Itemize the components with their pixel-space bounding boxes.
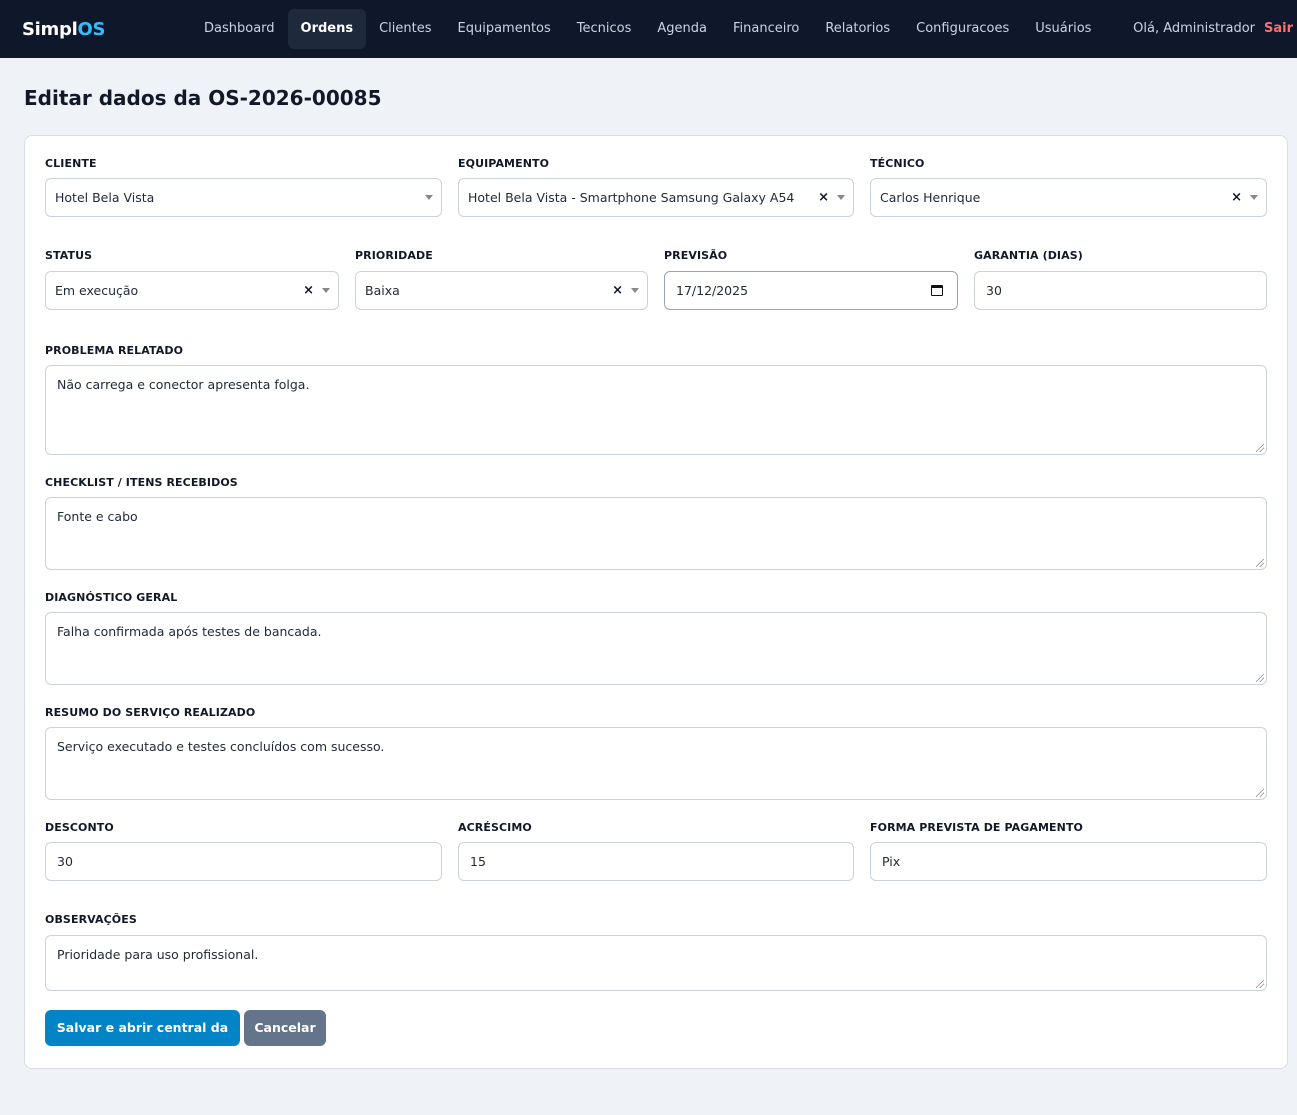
nav-item-equipamentos[interactable]: Equipamentos [445,9,564,49]
app-logo[interactable]: SimplOS [22,19,105,40]
tecnico-select[interactable]: Carlos Henrique × [870,178,1267,217]
checklist-value: Fonte e cabo [57,509,138,524]
problema-label: PROBLEMA RELATADO [45,344,184,357]
desconto-label: DESCONTO [45,821,114,834]
resize-handle-icon[interactable] [1256,559,1264,567]
acrescimo-value: 15 [470,854,486,869]
user-area: Olá, Administrador Sair [1133,0,1297,58]
garantia-value: 30 [986,283,1002,298]
resize-handle-icon[interactable] [1256,980,1264,988]
garantia-input[interactable]: 30 [974,271,1267,310]
resize-handle-icon[interactable] [1256,444,1264,452]
garantia-label: GARANTIA (DIAS) [974,249,1083,262]
cliente-select[interactable]: Hotel Bela Vista [45,178,442,217]
tecnico-value: Carlos Henrique [880,190,981,205]
nav-item-financeiro[interactable]: Financeiro [720,9,812,49]
status-select[interactable]: Em execução × [45,271,339,310]
diagnostico-textarea[interactable]: Falha confirmada após testes de bancada. [45,612,1267,685]
chevron-down-icon [631,288,639,293]
chevron-down-icon [322,288,330,293]
acrescimo-input[interactable]: 15 [458,842,854,881]
nav-item-usuarios[interactable]: Usuários [1022,9,1104,49]
status-label: STATUS [45,249,93,262]
prioridade-label: PRIORIDADE [355,249,433,262]
pagamento-input[interactable]: Pix [870,842,1267,881]
problema-textarea[interactable]: Não carrega e conector apresenta folga. [45,365,1267,455]
pagamento-value: Pix [882,854,901,869]
clear-icon[interactable]: × [818,179,829,216]
nav-item-ordens[interactable]: Ordens [287,9,367,49]
resumo-label: RESUMO DO SERVIÇO REALIZADO [45,706,256,719]
top-navbar: SimplOS Dashboard Ordens Clientes Equipa… [0,0,1297,58]
logo-accent: OS [77,19,106,40]
checklist-textarea[interactable]: Fonte e cabo [45,497,1267,570]
desconto-value: 30 [57,854,73,869]
desconto-input[interactable]: 30 [45,842,442,881]
acrescimo-label: ACRÉSCIMO [458,821,532,834]
nav-item-agenda[interactable]: Agenda [644,9,720,49]
previsao-value: 17/12/2025 [676,283,749,298]
chevron-down-icon [425,195,433,200]
status-value: Em execução [55,283,139,298]
logo-text: Simpl [22,19,78,40]
tecnico-label: TÉCNICO [870,157,925,170]
resumo-value: Serviço executado e testes concluídos co… [57,739,385,754]
edit-form-card: CLIENTE Hotel Bela Vista EQUIPAMENTO Hot… [24,135,1288,1071]
nav-item-dashboard[interactable]: Dashboard [191,9,288,49]
resize-handle-icon[interactable] [1256,674,1264,682]
calendar-icon[interactable] [931,285,943,296]
nav-item-relatorios[interactable]: Relatorios [812,9,903,49]
prioridade-select[interactable]: Baixa × [355,271,648,310]
clear-icon[interactable]: × [1231,179,1242,216]
nav-item-configuracoes[interactable]: Configuracoes [903,9,1022,49]
save-button[interactable]: Salvar e abrir central da OS [45,1010,240,1071]
nav-item-tecnicos[interactable]: Tecnicos [564,9,645,49]
previsao-date-input[interactable]: 17/12/2025 [664,271,958,310]
clear-icon[interactable]: × [303,272,314,309]
main-nav: Dashboard Ordens Clientes Equipamentos T… [191,9,1104,49]
logout-link[interactable]: Sair [1264,0,1297,58]
observacoes-textarea[interactable]: Prioridade para uso profissional. [45,935,1267,991]
cliente-label: CLIENTE [45,157,97,170]
page-title: Editar dados da OS-2026-00085 [24,86,382,110]
equipamento-value: Hotel Bela Vista - Smartphone Samsung Ga… [468,190,795,205]
diagnostico-value: Falha confirmada após testes de bancada. [57,624,322,639]
cliente-value: Hotel Bela Vista [55,190,155,205]
prioridade-value: Baixa [365,283,400,298]
equipamento-label: EQUIPAMENTO [458,157,550,170]
diagnostico-label: DIAGNÓSTICO GERAL [45,591,178,604]
resize-handle-icon[interactable] [1256,789,1264,797]
checklist-label: CHECKLIST / ITENS RECEBIDOS [45,476,238,489]
resumo-textarea[interactable]: Serviço executado e testes concluídos co… [45,727,1267,800]
pagamento-label: FORMA PREVISTA DE PAGAMENTO [870,821,1083,834]
observacoes-label: OBSERVAÇÕES [45,913,137,926]
chevron-down-icon [1250,195,1258,200]
user-greeting: Olá, Administrador [1133,21,1255,36]
chevron-down-icon [837,195,845,200]
observacoes-value: Prioridade para uso profissional. [57,947,259,962]
previsao-label: PREVISÃO [664,249,728,262]
equipamento-select[interactable]: Hotel Bela Vista - Smartphone Samsung Ga… [458,178,854,217]
nav-item-clientes[interactable]: Clientes [366,9,444,49]
clear-icon[interactable]: × [612,272,623,309]
cancel-button[interactable]: Cancelar [244,1010,326,1046]
problema-value: Não carrega e conector apresenta folga. [57,377,310,392]
